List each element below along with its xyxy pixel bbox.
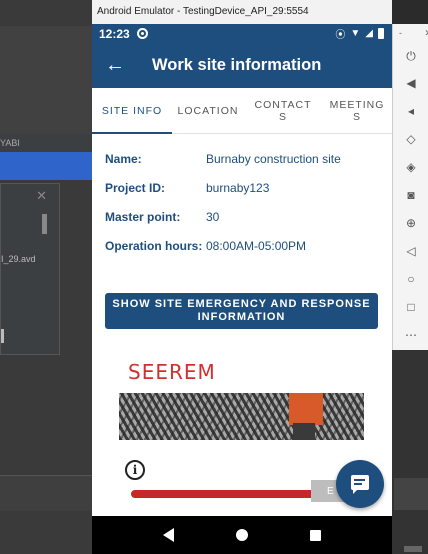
nav-back-icon[interactable]	[163, 528, 174, 542]
info-icon[interactable]: i	[125, 460, 145, 480]
signal-icon: ◢	[365, 28, 373, 39]
progress-bar	[131, 490, 318, 498]
info-value: Burnaby construction site	[206, 151, 341, 166]
tab-label: LOCATION	[177, 105, 239, 117]
info-value: burnaby123	[206, 180, 270, 195]
phone-screen: 12:23 ⦿ ▼ ◢ ← Work site information SITE…	[92, 24, 392, 554]
window-controls[interactable]: - ✕	[399, 28, 428, 39]
back-icon[interactable]: ◁	[404, 244, 418, 258]
tab-meetings[interactable]: MEETING S	[322, 88, 392, 134]
android-nav-bar	[92, 516, 392, 554]
tab-site-info[interactable]: SITE INFO	[92, 88, 172, 134]
home-icon[interactable]: ○	[404, 272, 418, 286]
brand-logo: SEEREM	[128, 360, 216, 384]
info-key: Project ID:	[105, 180, 166, 195]
tab-contacts[interactable]: CONTACT S	[244, 88, 322, 134]
page-title: Work site information	[152, 56, 322, 74]
emergency-info-button[interactable]: SHOW SITE EMERGENCY AND RESPONSE INFORMA…	[105, 293, 378, 329]
status-icons: ⦿ ▼ ◢	[335, 26, 384, 41]
construction-photo	[119, 393, 364, 440]
chat-fab-button[interactable]	[336, 460, 384, 508]
avd-file-label: I_29.avd	[1, 254, 36, 264]
nav-home-icon[interactable]	[236, 529, 248, 541]
status-time: 12:23	[99, 26, 130, 41]
camera-icon[interactable]: ◙	[404, 188, 418, 202]
power-icon[interactable]: ⏻	[404, 49, 418, 63]
emulator-toolbar: - ✕ ⏻ ◀ ◂ ◇ ◈ ◙ ⊕ ◁ ○ □ ⋯	[392, 24, 428, 350]
status-bar: 12:23 ⦿ ▼ ◢	[92, 24, 392, 43]
overview-icon[interactable]: □	[404, 300, 418, 314]
nav-recents-icon[interactable]	[310, 529, 321, 541]
ide-selected-row[interactable]	[0, 152, 92, 180]
rotate-left-icon[interactable]: ◇	[404, 132, 418, 146]
wifi-icon: ▼	[350, 28, 361, 39]
tab-label: SITE INFO	[101, 105, 163, 117]
info-value: 30	[206, 209, 220, 224]
tab-label: MEETING S	[329, 99, 385, 123]
info-row-name: Name: Burnaby construction site	[105, 144, 379, 173]
info-key: Name:	[105, 151, 142, 166]
info-key: Master point:	[105, 209, 181, 224]
tab-bar: SITE INFO LOCATION CONTACT S MEETING S	[92, 88, 392, 134]
location-icon: ⦿	[335, 30, 346, 41]
ide-panel	[0, 26, 92, 134]
volume-up-icon[interactable]: ◀	[404, 76, 418, 90]
ide-right-panel	[392, 350, 428, 554]
rotate-right-icon[interactable]: ◈	[404, 160, 418, 174]
tab-label: CONTACT S	[254, 99, 312, 123]
ide-corner	[404, 546, 422, 552]
more-icon[interactable]: ⋯	[404, 328, 418, 342]
photo-worker	[289, 393, 323, 425]
back-arrow-icon[interactable]: ←	[92, 54, 138, 77]
tab-location[interactable]: LOCATION	[172, 88, 244, 134]
site-info-list: Name: Burnaby construction site Project …	[92, 134, 392, 260]
chat-icon-line	[354, 483, 362, 485]
ide-abi-header: YABI	[0, 134, 92, 152]
ide-strip	[394, 478, 428, 510]
ide-dialog: ✕ I_29.avd	[0, 183, 60, 355]
info-row-project-id: Project ID: burnaby123	[105, 173, 379, 202]
notification-icon	[136, 28, 148, 39]
info-row-operation-hours: Operation hours: 08:00AM-05:00PM	[105, 231, 379, 260]
zoom-icon[interactable]: ⊕	[404, 216, 418, 230]
scrollbar[interactable]	[42, 214, 47, 234]
info-key: Operation hours:	[105, 238, 203, 253]
info-value: 08:00AM-05:00PM	[206, 238, 307, 253]
emulator-window: Android Emulator - TestingDevice_API_29:…	[92, 0, 392, 554]
battery-icon	[378, 28, 384, 39]
info-row-master-point: Master point: 30	[105, 202, 379, 231]
emulator-title: Android Emulator - TestingDevice_API_29:…	[92, 0, 392, 24]
volume-down-icon[interactable]: ◂	[404, 104, 418, 118]
app-bar: ← Work site information	[92, 43, 392, 88]
ide-checkbox[interactable]	[1, 329, 4, 343]
photo-texture	[119, 393, 364, 440]
chat-icon-line	[354, 479, 365, 481]
photo-worker-legs	[293, 423, 315, 440]
chat-icon	[351, 475, 369, 494]
close-icon[interactable]: ✕	[36, 188, 47, 204]
ide-bottom-panel	[0, 475, 92, 511]
tab-indicator	[92, 132, 172, 134]
